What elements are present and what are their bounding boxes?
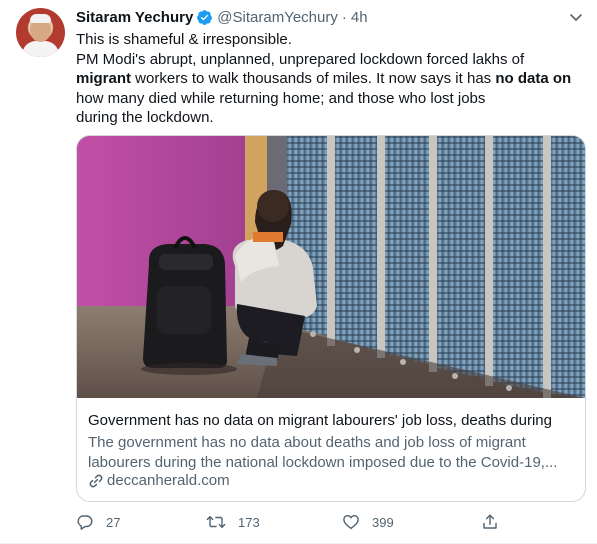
reply-icon <box>77 515 93 530</box>
retweet-button[interactable]: 173 <box>206 510 260 534</box>
tweet-text-segment: how many died while returning home; and … <box>76 89 486 107</box>
tweet-text-segment: This is shameful & irresponsible. <box>76 31 292 48</box>
author-handle[interactable]: @SitaramYechury <box>217 9 338 26</box>
retweet-count: 173 <box>238 514 260 530</box>
tweet-text-bold: no data on <box>495 70 572 87</box>
tweet-timestamp[interactable]: 4h <box>351 9 368 26</box>
tweet-text-line: during the lockdown. <box>76 108 588 128</box>
tweet-text-line: This is shameful & irresponsible. <box>76 30 588 50</box>
card-domain-text: deccanherald.com <box>107 472 230 489</box>
tweet-text-bold: migrant <box>76 70 132 87</box>
card-title[interactable]: Government has no data on migrant labour… <box>88 412 552 429</box>
avatar[interactable] <box>16 8 65 57</box>
tweet-text: This is shameful & irresponsible. PM Modi… <box>76 30 588 128</box>
tweet-header: Sitaram Yechury @SitaramYechury · 4h <box>76 7 368 27</box>
verified-badge-icon <box>196 9 213 26</box>
like-button[interactable]: 399 <box>342 510 394 534</box>
reply-count: 27 <box>106 514 121 530</box>
like-count: 399 <box>372 514 394 530</box>
tweet-text-line: how many died while returning home; and … <box>76 89 588 109</box>
link-card[interactable]: Government has no data on migrant labour… <box>76 135 586 502</box>
card-description-line: The government has no data about deaths … <box>88 434 526 451</box>
more-chevron-icon[interactable] <box>567 8 585 26</box>
tweet-text-segment: workers to walk thousands of miles. It n… <box>131 70 496 87</box>
share-button[interactable] <box>481 510 511 534</box>
reply-button[interactable]: 27 <box>76 510 120 534</box>
separator-dot: · <box>341 8 347 26</box>
card-description-line: labourers during the national lockdown i… <box>88 453 558 471</box>
tweet-text-line: migrant workers to walk thousands of mil… <box>76 69 588 89</box>
avatar-hair <box>30 14 51 23</box>
tweet[interactable]: Sitaram Yechury @SitaramYechury · 4h Thi… <box>0 0 597 544</box>
link-icon <box>89 474 103 487</box>
avatar-shirt <box>22 41 59 57</box>
tweet-text-line: PM Modi's abrupt, unplanned, unprepared … <box>76 50 588 70</box>
card-domain[interactable]: deccanherald.com <box>88 472 230 489</box>
share-icon <box>483 514 497 529</box>
tweet-actions: 27 173 399 <box>76 510 516 534</box>
card-description: The government has no data about deaths … <box>88 433 578 472</box>
author-name[interactable]: Sitaram Yechury <box>76 9 193 26</box>
like-icon <box>343 514 359 530</box>
article-photo <box>77 136 585 398</box>
tweet-text-segment: PM Modi's abrupt, unplanned, unprepared … <box>76 50 525 68</box>
retweet-icon <box>206 516 226 528</box>
tweet-text-segment: during the lockdown. <box>76 109 214 126</box>
